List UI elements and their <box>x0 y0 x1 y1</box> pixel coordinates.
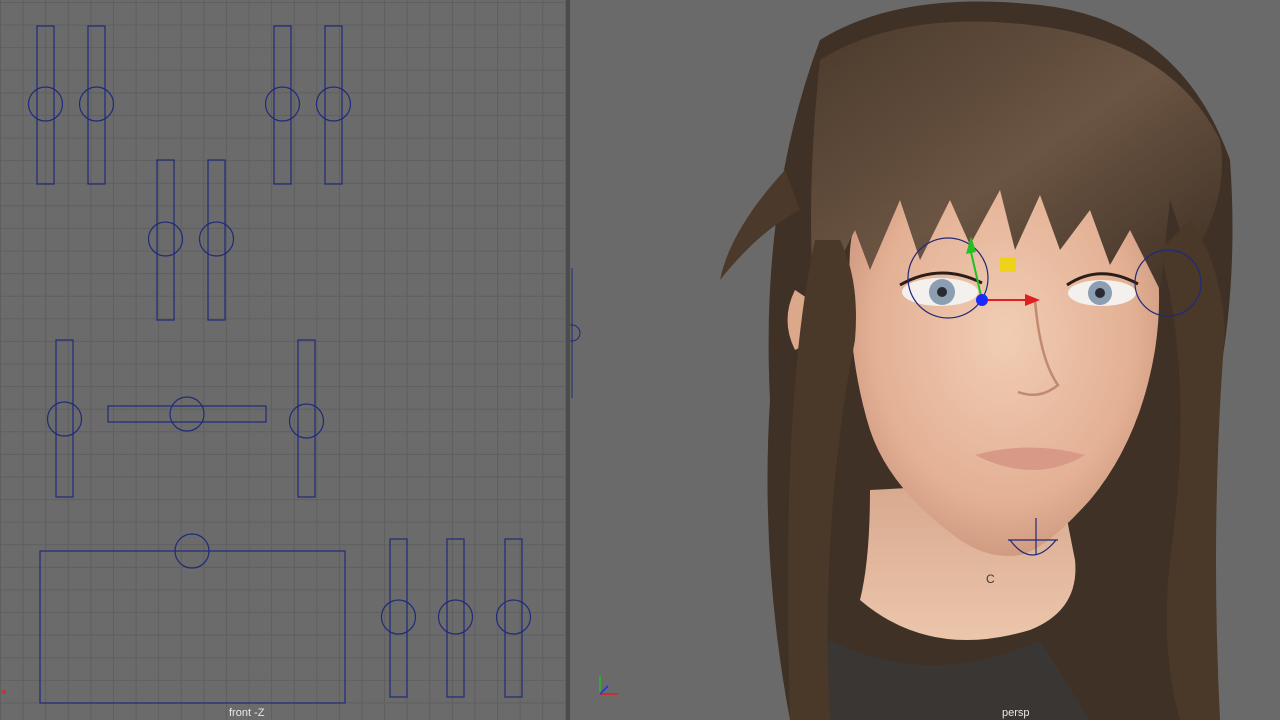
jaw-2d-control[interactable] <box>39 533 346 704</box>
character-head-render: C <box>570 1 1233 720</box>
slider-control[interactable] <box>495 538 532 698</box>
slider-control[interactable] <box>198 159 235 321</box>
slider-control[interactable] <box>288 339 325 498</box>
slider-control[interactable] <box>147 159 184 321</box>
slider-control[interactable] <box>264 25 301 185</box>
perspective-viewport[interactable]: C persp <box>570 0 1280 720</box>
persp-viewport-label: persp <box>1002 707 1030 719</box>
front-viewport[interactable]: front -Z <box>0 0 566 720</box>
origin-marker <box>2 690 6 694</box>
facial-control-board <box>2 25 532 704</box>
slider-control[interactable] <box>46 339 83 498</box>
annotation-label: C <box>986 572 995 586</box>
front-viewport-label: front -Z <box>229 707 265 719</box>
slider-control[interactable] <box>437 538 474 698</box>
slider-control[interactable] <box>27 25 64 185</box>
horizontal-slider-control[interactable] <box>107 396 267 432</box>
slider-control[interactable] <box>380 538 417 698</box>
slider-control[interactable] <box>315 25 352 185</box>
slider-control[interactable] <box>78 25 115 185</box>
axis-gizmo-icon <box>599 676 618 695</box>
